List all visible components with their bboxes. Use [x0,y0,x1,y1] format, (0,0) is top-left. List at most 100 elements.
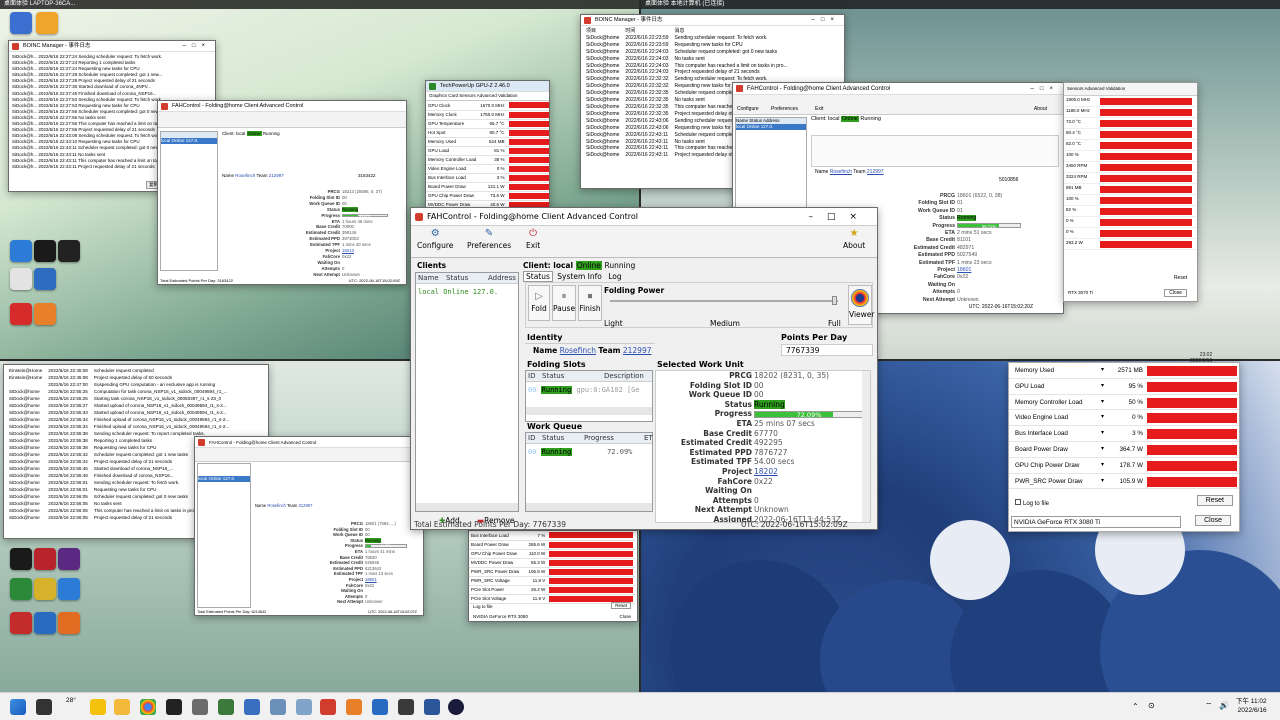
desktop-icon[interactable] [58,612,80,634]
work-queue-row[interactable]: 00 Running 72.09% [528,447,632,458]
configure-button[interactable]: Configure [737,106,759,112]
dropdown-icon[interactable]: ▾ [1101,445,1104,452]
gpuz-tab[interactable]: Advanced [477,93,498,98]
dropdown-icon[interactable]: ▾ [1101,366,1104,373]
fah-taskbar-icon[interactable] [320,699,336,715]
fah-main-window[interactable]: FAHControl - Folding@home Client Advance… [410,207,878,530]
desktop-icon[interactable] [58,548,80,570]
desktop-icon[interactable] [10,578,32,600]
close-button[interactable]: Close [1195,515,1231,526]
app-icon[interactable] [90,699,106,715]
log-row[interactable]: SiDock@home 2022/6/16 22:24:03 No tasks se… [583,56,791,63]
finish-button[interactable]: ⏹ Finish [578,285,602,321]
wu-project-link[interactable]: 18601 [957,267,971,273]
clients-list[interactable]: local Online 127.0. [197,463,251,608]
col-project[interactable]: 项目 [583,28,622,35]
dropdown-icon[interactable]: ▾ [1101,461,1104,468]
dropdown-icon[interactable]: ▾ [1101,429,1104,436]
col-message[interactable]: 消息 [672,28,791,35]
gpuz-tab[interactable]: Advanced [1085,86,1106,91]
app-icon[interactable] [218,699,234,715]
weather-widget[interactable]: 28° [66,697,76,704]
gpuz-tab[interactable]: Sensors [1067,86,1085,91]
app-icon[interactable] [244,699,260,715]
desktop-icon[interactable] [36,12,58,34]
dropdown-icon[interactable]: ▾ [1101,413,1104,420]
log-row[interactable]: SiDock@home 2022/6/16 22:24:03 Project req… [583,69,791,76]
log-to-file-checkbox[interactable]: Log to file [473,604,493,609]
app-icon[interactable] [372,699,388,715]
gpuz-window-bl[interactable]: Bus Interface Load 7 % Board Power Draw 265… [468,530,638,622]
reset-button[interactable]: Reset [1196,495,1233,506]
calculator-icon[interactable] [192,699,208,715]
app-icon[interactable] [270,699,286,715]
folding-power[interactable] [811,135,1059,167]
gpuz-tab[interactable]: Sensors [459,93,477,98]
power-slider-handle[interactable] [832,296,837,305]
name-link[interactable]: Rosefinch [560,346,596,355]
app-icon[interactable] [448,699,464,715]
desktop-icon[interactable] [34,612,56,634]
work-queue-table[interactable]: ID Status Progress ET 00 Running 72.09% [525,432,653,512]
desktop-icon[interactable] [34,303,56,325]
desktop-icon[interactable] [34,268,56,290]
gpu-select[interactable]: NVIDIA GeForce RTX 3080 Ti [1011,516,1181,528]
client-row[interactable]: local Online 127.0. [161,138,217,144]
wu-scrollbar[interactable] [862,371,870,522]
gpuz-window-br[interactable]: Memory Used ▾ 2571 MB GPU Load ▾ 95 % Memory C… [1008,362,1240,532]
gpuz-tabs[interactable]: Graphics Card Sensors Advanced Validatio… [426,92,549,101]
configure-button[interactable]: ⚙ Configure [417,228,453,250]
exit-button[interactable]: ⏻ Exit [526,228,540,250]
desktop-icon[interactable] [34,240,56,262]
reset-button[interactable]: Reset [1174,275,1187,281]
about-button[interactable]: ★ About [843,228,865,250]
gpuz-window-tr[interactable]: Sensors Advanced Validation 1905.0 MHz 11… [1063,82,1198,302]
wq-scrollbar[interactable] [526,503,652,511]
wu-project-link[interactable]: 18213 [342,248,354,253]
client-row[interactable]: local Online 127.0. [736,124,806,130]
chevron-up-icon[interactable]: ⌃ [1132,702,1139,711]
log-row[interactable]: SiDock@home 2022/6/16 22:23:59 Requesting … [583,42,791,49]
qq-icon[interactable] [166,699,182,715]
log-row[interactable]: SiDock@home 2022/6/16 22:23:59 Sending sch… [583,35,791,42]
app-icon[interactable] [346,699,362,715]
word-icon[interactable] [424,699,440,715]
log-row[interactable]: SiDock@home 2022/6/16 22:55:25 Computation… [6,388,232,395]
dropdown-icon[interactable]: ▾ [1101,477,1104,484]
wu-project-link[interactable]: 18202 [754,467,778,476]
pause-button[interactable]: ⏸ Pause [552,285,576,321]
fold-button[interactable]: ▷ Fold [528,285,550,321]
search-icon[interactable] [36,699,52,715]
gpuz-tab[interactable]: Validation [1106,86,1125,91]
dropdown-icon[interactable]: ▾ [1101,398,1104,405]
gpuz-tab[interactable]: Validation [498,93,517,98]
desktop-icon[interactable] [34,548,56,570]
clients-list[interactable]: local Online 127.0. [160,131,218,271]
close-button[interactable]: Close [1164,289,1187,297]
app-icon[interactable] [398,699,414,715]
desktop-icon[interactable] [58,578,80,600]
window-controls[interactable]: –□× [808,208,871,226]
desktop-icon[interactable] [10,303,32,325]
desktop-icon[interactable] [10,268,32,290]
tab-status[interactable]: Status [523,271,553,282]
log-row[interactable]: SiDock@home 2022/6/16 22:24:03 Scheduler r… [583,49,791,56]
tray-icon[interactable]: ⊙ [1148,701,1155,710]
volume-icon[interactable]: 🔊 [1219,701,1229,710]
exit-button[interactable]: Exit [815,106,823,112]
desktop-icon[interactable] [10,12,32,34]
desktop-icon[interactable] [34,578,56,600]
file-explorer-icon[interactable] [114,699,130,715]
dropdown-icon[interactable]: ▾ [1101,382,1104,389]
chrome-icon[interactable] [140,699,156,715]
reset-button[interactable]: Reset [611,602,631,609]
desktop-icon[interactable] [10,240,32,262]
log-row[interactable]: SiDock@home 2022/6/16 22:55:34 Finished up… [6,416,232,423]
desktop-icon[interactable] [10,548,32,570]
log-row[interactable]: SiDock@home 2022/6/16 22:55:34 Finished up… [6,423,232,430]
log-row[interactable]: SiDock@home 2022/6/16 22:55:27 Started upl… [6,402,232,409]
gpuz-tab[interactable]: Graphics Card [429,93,459,98]
preferences-button[interactable]: Preferences [771,106,798,112]
wu-project-link[interactable]: 18601 [365,577,377,582]
col-time[interactable]: 时间 [622,28,671,35]
